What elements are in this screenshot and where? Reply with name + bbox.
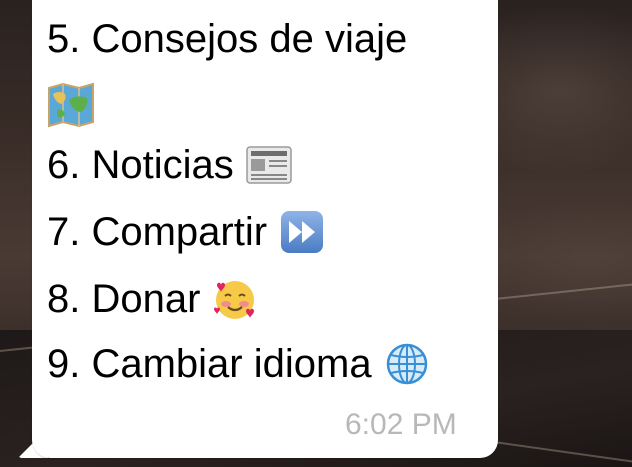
menu-item-9[interactable]: 9. Cambiar idioma — [47, 341, 428, 387]
globe-meridians-icon — [384, 342, 428, 386]
menu-item-8[interactable]: 8. Donar — [47, 276, 256, 322]
fast-forward-icon — [279, 210, 324, 254]
menu-item-label: 6. Noticias — [47, 143, 234, 187]
menu-item-5[interactable]: 5. Consejos de viaje — [47, 16, 407, 62]
newspaper-icon — [246, 143, 292, 187]
menu-item-7[interactable]: 7. Compartir — [47, 209, 324, 255]
smiling-face-with-hearts-icon — [212, 277, 256, 321]
menu-item-6[interactable]: 6. Noticias — [47, 142, 292, 188]
world-map-icon — [47, 82, 95, 128]
message-timestamp: 6:02 PM — [345, 408, 457, 441]
menu-item-label: 9. Cambiar idioma — [47, 342, 372, 386]
menu-item-label: 8. Donar — [47, 277, 201, 321]
menu-item-label: 5. Consejos de viaje — [47, 17, 408, 61]
menu-item-label: 7. Compartir — [47, 210, 268, 254]
